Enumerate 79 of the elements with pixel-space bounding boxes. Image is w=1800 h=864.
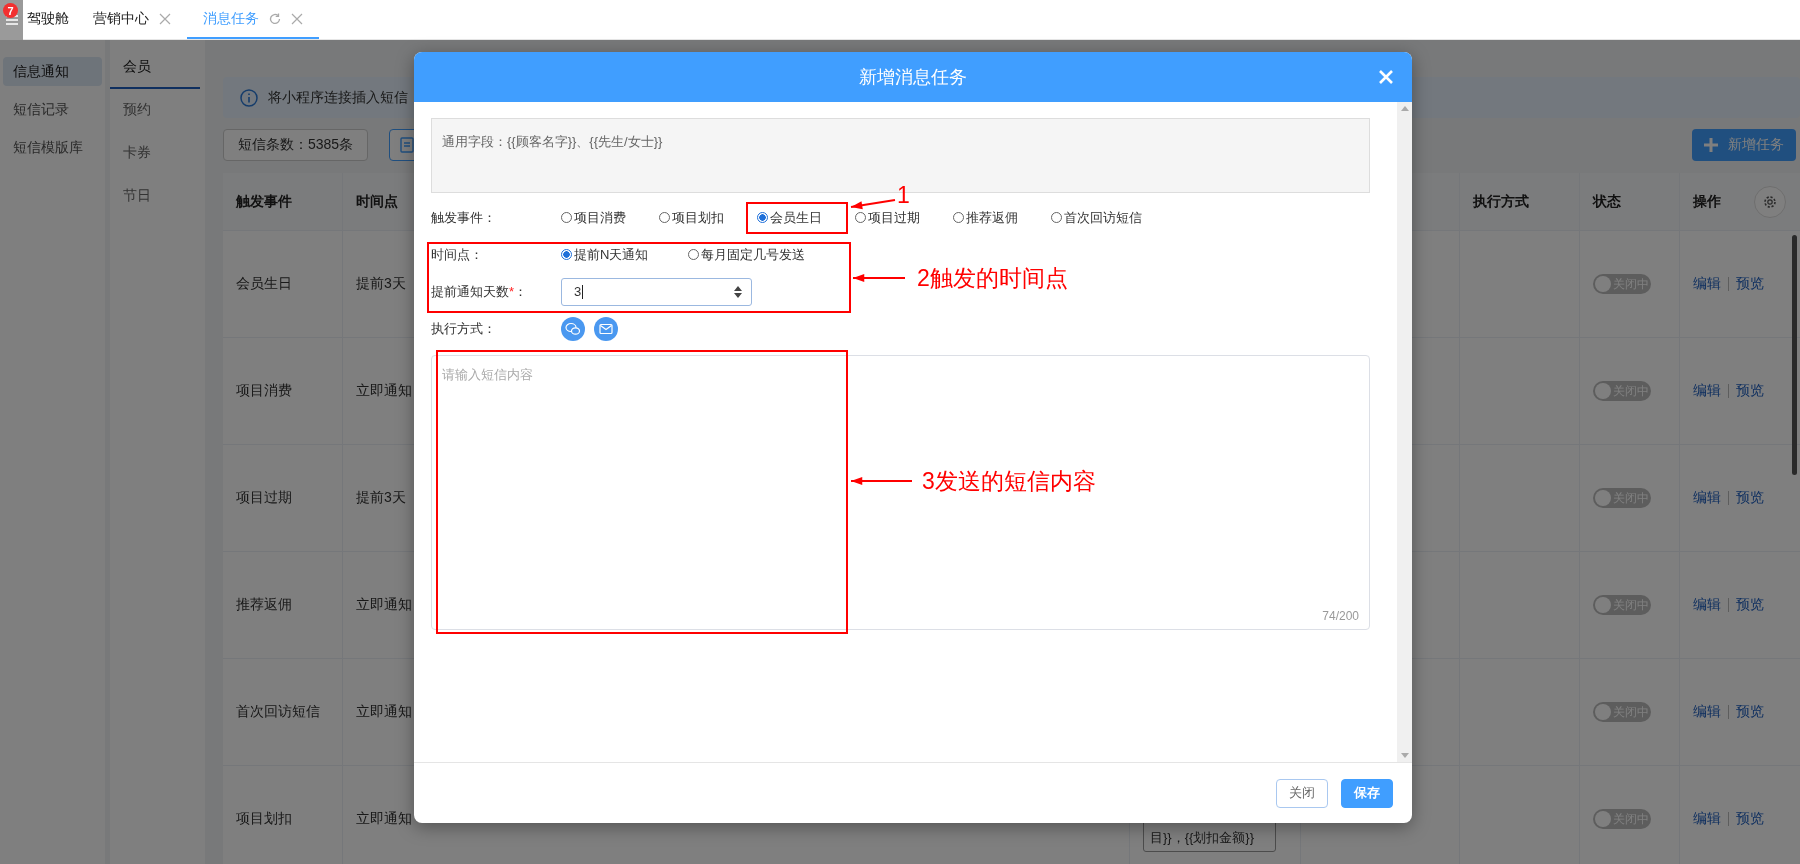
- preview-link[interactable]: 预览: [1736, 703, 1764, 721]
- table-cell: 提前3天: [356, 275, 406, 293]
- column-header: 触发事件: [236, 192, 292, 211]
- sidebar-item[interactable]: 短信模版库: [3, 133, 102, 162]
- column-header: 操作: [1693, 192, 1721, 211]
- scrollbar[interactable]: [1397, 102, 1412, 762]
- dialog-title: 新增消息任务: [859, 66, 967, 89]
- notification-badge: 7: [3, 3, 18, 18]
- radio-option[interactable]: 会员生日: [757, 208, 855, 227]
- edit-link[interactable]: 编辑: [1693, 275, 1721, 293]
- annotation-label: 2触发的时间点: [917, 267, 1068, 290]
- sms-count-button[interactable]: 短信条数：5385条: [223, 129, 369, 161]
- plus-icon: [1704, 138, 1718, 152]
- table-cell: 项目消费: [236, 382, 292, 400]
- info-icon: [240, 88, 258, 107]
- table-cell: 项目划扣: [236, 810, 292, 828]
- column-header: 状态: [1593, 192, 1621, 211]
- table-cell: 立即通知: [356, 810, 412, 828]
- settings-icon: [1763, 194, 1777, 209]
- document-icon: [400, 137, 415, 153]
- radio-option[interactable]: 首次回访短信: [1051, 208, 1149, 227]
- form-label: 提前通知天数*：: [431, 282, 529, 301]
- preview-link[interactable]: 预览: [1736, 382, 1764, 400]
- refresh-icon[interactable]: [269, 12, 281, 25]
- close-button[interactable]: 关闭: [1276, 778, 1328, 808]
- column-header: 执行方式: [1473, 192, 1529, 211]
- tab[interactable]: 驾驶舱: [23, 0, 77, 39]
- scrollbar[interactable]: [1792, 235, 1797, 475]
- table-cell: 首次回访短信: [236, 703, 320, 721]
- table-cell: 推荐返佣: [236, 596, 292, 614]
- form-label: 触发事件：: [431, 208, 497, 227]
- subnav-tab[interactable]: 节日: [110, 175, 200, 218]
- scroll-down-icon[interactable]: [1400, 753, 1409, 758]
- radio-option[interactable]: 项目消费: [561, 208, 659, 227]
- table-cell: 提前3天: [356, 489, 406, 507]
- close-icon[interactable]: [159, 12, 171, 25]
- notice-text: 将小程序连接插入短信: [268, 88, 408, 107]
- sidebar-item[interactable]: 信息通知: [3, 57, 102, 86]
- save-button[interactable]: 保存: [1341, 778, 1393, 808]
- edit-link[interactable]: 编辑: [1693, 810, 1721, 828]
- subnav-tab[interactable]: 预约: [110, 89, 200, 132]
- radio-option[interactable]: 推荐返佣: [953, 208, 1051, 227]
- radio-option[interactable]: 项目划扣: [659, 208, 757, 227]
- edit-link[interactable]: 编辑: [1693, 703, 1721, 721]
- form-label: 执行方式：: [431, 319, 497, 338]
- tab[interactable]: 消息任务: [187, 0, 319, 39]
- character-counter: 74/200: [1322, 609, 1359, 623]
- table-cell: 项目过期: [236, 489, 292, 507]
- tab[interactable]: 营销中心: [77, 0, 187, 39]
- preview-link[interactable]: 预览: [1736, 810, 1764, 828]
- form-label: 时间点：: [431, 245, 484, 264]
- radio-option[interactable]: 项目过期: [855, 208, 953, 227]
- mail-icon[interactable]: [594, 316, 618, 341]
- radio-option[interactable]: 每月固定几号发送: [688, 245, 815, 264]
- sidebar-item[interactable]: 短信记录: [3, 95, 102, 124]
- subnav-tab[interactable]: 卡券: [110, 132, 200, 175]
- spinner-icon[interactable]: [733, 284, 743, 299]
- edit-link[interactable]: 编辑: [1693, 596, 1721, 614]
- menu-button[interactable]: 7: [0, 0, 23, 40]
- number-field[interactable]: 3: [561, 277, 752, 306]
- scroll-up-icon[interactable]: [1400, 106, 1409, 111]
- preview-link[interactable]: 预览: [1736, 596, 1764, 614]
- edit-link[interactable]: 编辑: [1693, 382, 1721, 400]
- close-icon[interactable]: [291, 12, 303, 25]
- subnav-tab[interactable]: 会员: [110, 46, 200, 89]
- edit-link[interactable]: 编辑: [1693, 489, 1721, 507]
- preview-link[interactable]: 预览: [1736, 275, 1764, 293]
- annotation-label: 3发送的短信内容: [922, 470, 1096, 493]
- table-cell: 立即通知: [356, 382, 412, 400]
- add-task-button[interactable]: 新增任务: [1692, 129, 1796, 161]
- settings-button[interactable]: [1754, 185, 1786, 218]
- column-header: 时间点: [356, 192, 398, 211]
- table-cell: 立即通知: [356, 596, 412, 614]
- preview-link[interactable]: 预览: [1736, 489, 1764, 507]
- radio-option[interactable]: 提前N天通知: [561, 245, 688, 264]
- table-cell: 立即通知: [356, 703, 412, 721]
- table-cell: 会员生日: [236, 275, 292, 293]
- chat-icon[interactable]: [561, 316, 585, 341]
- menu-icon: [5, 15, 18, 25]
